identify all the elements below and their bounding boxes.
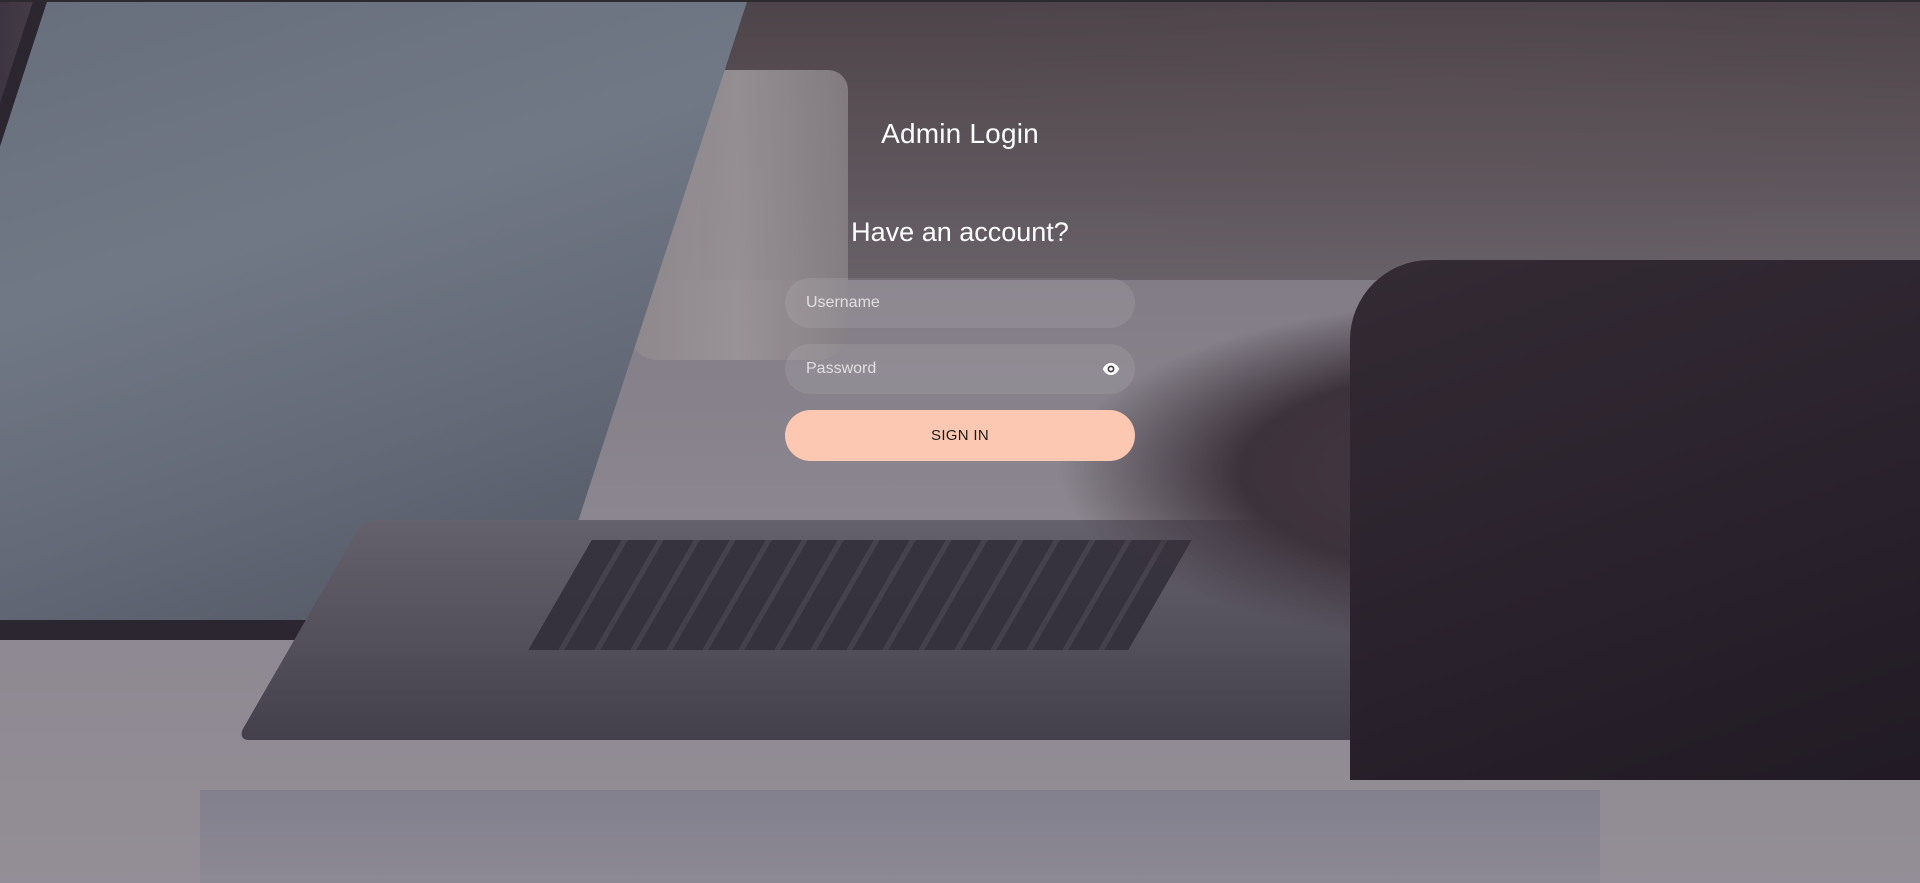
login-page: Admin Login Have an account? SIGN IN bbox=[0, 0, 1920, 883]
password-field bbox=[785, 344, 1135, 394]
page-title: Admin Login bbox=[881, 118, 1039, 149]
password-input[interactable] bbox=[785, 344, 1135, 394]
username-input[interactable] bbox=[785, 278, 1135, 328]
eye-icon[interactable] bbox=[1102, 360, 1120, 378]
form-subtitle: Have an account? bbox=[851, 217, 1069, 247]
top-border bbox=[0, 0, 1920, 2]
sign-in-button[interactable]: SIGN IN bbox=[785, 410, 1135, 461]
username-field bbox=[785, 278, 1135, 328]
